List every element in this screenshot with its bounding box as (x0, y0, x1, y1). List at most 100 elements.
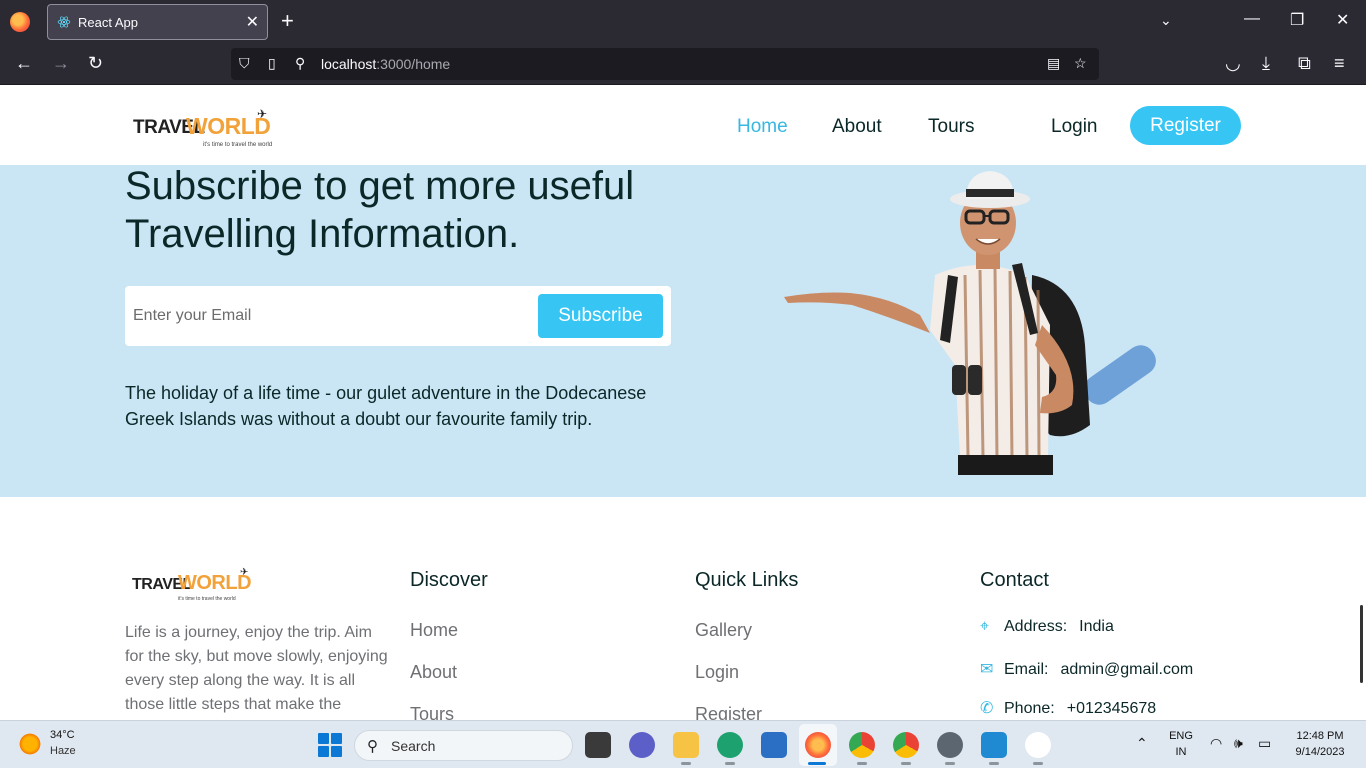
newsletter-section: Subscribe to get more useful Travelling … (0, 164, 1366, 497)
chrome-profile-2-icon[interactable] (893, 732, 919, 758)
clock-date[interactable]: 9/14/2023 (1285, 746, 1355, 758)
email-value: admin@gmail.com (1060, 661, 1194, 678)
plus-icon[interactable]: + (281, 10, 294, 32)
back-icon[interactable]: ← (15, 53, 33, 73)
quick-links-title: Quick Links (695, 569, 799, 591)
vscode-running-indicator (989, 762, 999, 765)
nav-tours[interactable]: Tours (928, 116, 974, 138)
footer-link-login[interactable]: Login (695, 662, 739, 683)
address-label: Address: (1004, 618, 1068, 635)
mongodb-icon[interactable] (1025, 732, 1051, 758)
airplane-icon: ✈ (257, 107, 268, 121)
restore-icon[interactable]: ❐ (1290, 10, 1304, 30)
page-icon[interactable]: ▯ (268, 55, 276, 72)
footer-link-home[interactable]: Home (410, 620, 458, 641)
volume-icon[interactable]: 🕪 (1234, 735, 1243, 752)
pocket-icon[interactable]: ◡ (1225, 53, 1241, 73)
email-input[interactable] (133, 301, 523, 331)
site-logo[interactable]: TRAVEL WORLD it's time to travel the wor… (133, 107, 273, 151)
weather-sun-icon[interactable] (18, 732, 42, 756)
url-bar[interactable]: ⛉ ▯ ⚲ localhost:3000/home ▤ ☆ (231, 48, 1099, 80)
mongodb-running-indicator (1033, 762, 1043, 765)
vscode-icon[interactable] (981, 732, 1007, 758)
wifi-icon[interactable]: ◠ (1210, 735, 1222, 752)
browser-nav-bar: ← → ↻ ⛉ ▯ ⚲ localhost:3000/home ▤ ☆ ◡ ⤓ … (0, 44, 1366, 85)
weather-description[interactable]: Haze (50, 745, 76, 757)
store-icon[interactable] (761, 732, 787, 758)
edge-running-indicator (725, 762, 735, 765)
chevron-down-icon[interactable]: ⌄ (1160, 12, 1172, 29)
windows-taskbar: 34°C Haze ⚲ Search ⌃ ENG IN ◠ 🕪 ▭ 12:48 … (0, 720, 1366, 768)
settings-running-indicator (945, 762, 955, 765)
nav-home[interactable]: Home (737, 116, 788, 138)
footer-logo[interactable]: TRAVEL WORLD it's time to travel the wor… (132, 567, 257, 603)
login-button[interactable]: Login (1051, 116, 1098, 138)
shield-icon[interactable]: ⛉ (239, 55, 250, 72)
clock-time[interactable]: 12:48 PM (1285, 730, 1355, 742)
bookmark-star-icon[interactable]: ☆ (1074, 55, 1087, 72)
phone-label: Phone: (1004, 700, 1055, 717)
firefox-taskbar-icon[interactable] (805, 732, 831, 758)
url-text[interactable]: localhost:3000/home (321, 56, 450, 72)
footer-link-register[interactable]: Register (695, 704, 762, 720)
footer-link-tours[interactable]: Tours (410, 704, 454, 720)
forward-icon[interactable]: → (52, 53, 70, 73)
traveler-image (784, 171, 1156, 475)
logo-tagline: it's time to travel the world (203, 142, 273, 148)
permissions-icon[interactable]: ⚲ (295, 55, 305, 72)
edge-icon[interactable] (717, 732, 743, 758)
window-close-icon[interactable]: ✕ (1336, 10, 1349, 30)
subscribe-button[interactable]: Subscribe (538, 294, 663, 338)
firefox-logo-icon[interactable] (10, 12, 30, 32)
language-eng[interactable]: ENG (1166, 730, 1196, 742)
windows-start-icon[interactable] (318, 733, 342, 757)
language-in[interactable]: IN (1166, 746, 1196, 758)
battery-icon[interactable]: ▭ (1258, 735, 1271, 752)
register-button[interactable]: Register (1130, 106, 1241, 145)
footer-logo-tagline: it's time to travel the world (178, 596, 236, 602)
map-pin-icon: ⌖ (980, 618, 990, 635)
newsletter-description: The holiday of a life time - our gulet a… (125, 383, 647, 429)
browser-tab[interactable]: React App ✕ (47, 4, 268, 40)
phone-icon: ✆ (980, 700, 994, 717)
page-scrollbar[interactable] (1360, 605, 1363, 683)
browser-tab-bar: React App ✕ + ⌄ — ❐ ✕ (0, 0, 1366, 44)
web-page: TRAVEL WORLD it's time to travel the wor… (0, 85, 1366, 720)
contact-phone: ✆ Phone: +012345678 (980, 698, 1156, 718)
tab-title: React App (78, 15, 138, 30)
minimize-icon[interactable]: — (1244, 10, 1260, 28)
file-explorer-running-indicator (681, 762, 691, 765)
site-header: TRAVEL WORLD it's time to travel the wor… (0, 85, 1366, 165)
settings-gear-icon[interactable] (937, 732, 963, 758)
chrome-1-running-indicator (857, 762, 867, 765)
footer-link-about[interactable]: About (410, 662, 457, 683)
menu-icon[interactable]: ≡ (1334, 53, 1345, 73)
file-explorer-icon[interactable] (673, 732, 699, 758)
close-icon[interactable]: ✕ (246, 12, 259, 32)
task-view-icon[interactable] (585, 732, 611, 758)
footer-link-gallery[interactable]: Gallery (695, 620, 752, 641)
phone-value: +012345678 (1066, 700, 1157, 717)
download-icon[interactable]: ⤓ (1262, 53, 1270, 73)
extensions-icon[interactable]: ⧉ (1298, 53, 1311, 73)
contact-email: ✉ Email: admin@gmail.com (980, 659, 1193, 679)
search-icon: ⚲ (367, 738, 378, 755)
react-icon (57, 16, 71, 28)
weather-temperature[interactable]: 34°C (50, 729, 75, 741)
chrome-profile-1-icon[interactable] (849, 732, 875, 758)
mail-icon: ✉ (980, 661, 994, 678)
reader-view-icon[interactable]: ▤ (1047, 55, 1060, 72)
contact-address: ⌖ Address: India (980, 618, 1114, 636)
chevron-up-icon[interactable]: ⌃ (1136, 735, 1148, 752)
footer-about-text: Life is a journey, enjoy the trip. Aim f… (125, 624, 388, 713)
taskbar-search[interactable]: ⚲ Search (354, 730, 573, 761)
teams-chat-icon[interactable] (629, 732, 655, 758)
url-path: :3000/home (376, 56, 451, 72)
contact-title: Contact (980, 569, 1049, 591)
reload-icon[interactable]: ↻ (88, 53, 103, 73)
chrome-2-running-indicator (901, 762, 911, 765)
nav-about[interactable]: About (832, 116, 882, 138)
taskbar-search-label: Search (391, 738, 436, 754)
newsletter-form: Subscribe (125, 286, 671, 346)
site-footer: TRAVEL WORLD it's time to travel the wor… (0, 497, 1366, 720)
